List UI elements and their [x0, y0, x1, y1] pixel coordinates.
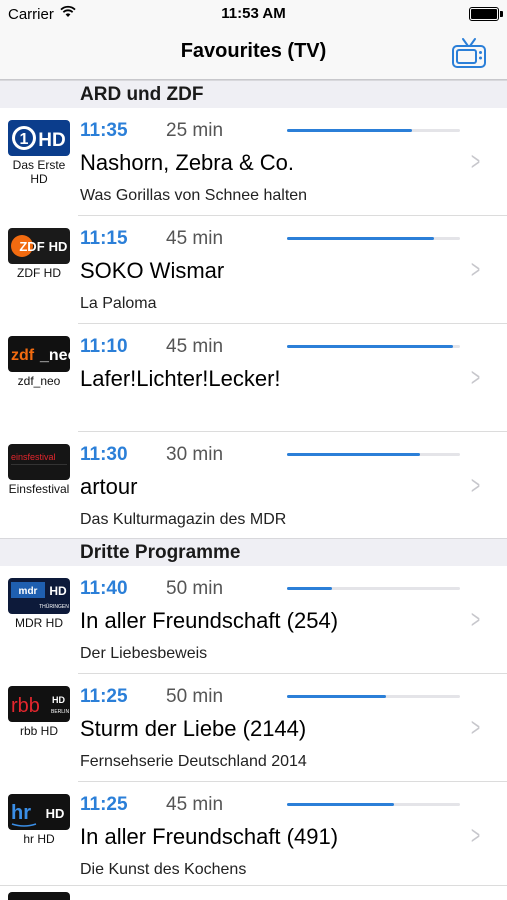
chevron-right-icon: >	[470, 470, 480, 500]
programme-row[interactable]: rbb HD BERLIN rbb HD 11:25 50 min Sturm …	[0, 674, 507, 782]
battery-icon	[469, 7, 503, 21]
zdf-neo-logo: zdf _neo	[8, 336, 70, 372]
duration: 50 min	[166, 578, 224, 599]
start-time: 11:30	[80, 444, 128, 465]
svg-text:HD: HD	[49, 584, 67, 598]
start-time: 11:25	[80, 686, 128, 707]
svg-text:zdf: zdf	[11, 347, 35, 364]
channel-name: ZDF HD	[17, 266, 61, 280]
start-time: 11:25	[80, 794, 128, 815]
chevron-right-icon: >	[470, 604, 480, 634]
svg-text:_neo: _neo	[39, 347, 70, 364]
programme-subtitle: Der Liebesbeweis	[80, 645, 208, 662]
svg-text:BERLIN: BERLIN	[51, 709, 69, 715]
progress-bar	[287, 453, 460, 456]
das-erste-hd-logo: 1 HD	[8, 120, 70, 156]
chevron-right-icon: >	[470, 254, 480, 284]
programme-row[interactable]: 1 HD Das Erste HD 11:35 25 min Nashorn, …	[0, 108, 507, 216]
rbb-hd-logo: rbb HD BERLIN	[8, 686, 70, 722]
programme-row[interactable]: hr HD hr HD 11:25 45 min In aller Freund…	[0, 782, 507, 890]
tv-icon[interactable]	[451, 36, 487, 70]
programme-row[interactable]: ZDF HD ZDF HD 11:15 45 min SOKO Wismar L…	[0, 216, 507, 324]
zdf-hd-logo: ZDF HD	[8, 228, 70, 264]
start-time: 11:35	[80, 120, 128, 141]
programme-title: Lafer!Lichter!Lecker!	[80, 366, 281, 391]
svg-text:einsfestival: einsfestival	[11, 452, 56, 462]
programme-row-partial[interactable]	[0, 885, 507, 900]
svg-text:ZDF: ZDF	[19, 239, 44, 254]
einsfestival-logo: einsfestival	[8, 444, 70, 480]
channel-name: Einsfestival	[8, 482, 70, 496]
channel-name: rbb HD	[19, 724, 58, 738]
duration: 50 min	[166, 686, 224, 707]
programme-subtitle: La Paloma	[80, 295, 157, 312]
progress-bar	[287, 345, 460, 348]
channel-name: zdf_neo	[17, 374, 61, 388]
duration: 45 min	[166, 336, 224, 357]
channel-name: MDR HD	[15, 616, 63, 630]
chevron-right-icon: >	[470, 146, 480, 176]
duration: 45 min	[166, 228, 224, 249]
svg-text:THÜRINGEN: THÜRINGEN	[39, 603, 69, 610]
status-bar: Carrier 11:53 AM	[0, 0, 507, 30]
start-time: 11:10	[80, 336, 128, 357]
programme-title: artour	[80, 474, 138, 499]
programme-title: SOKO Wismar	[80, 258, 225, 283]
duration: 45 min	[166, 794, 224, 815]
start-time: 11:15	[80, 228, 128, 249]
programme-row[interactable]: zdf _neo zdf_neo 11:10 45 min Lafer!Lich…	[0, 324, 507, 432]
channel-name: hr HD	[23, 832, 55, 846]
navigation-bar: Favourites (TV)	[0, 30, 507, 80]
chevron-right-icon: >	[470, 820, 480, 850]
svg-text:rbb: rbb	[11, 695, 40, 717]
programme-title: Nashorn, Zebra & Co.	[80, 150, 294, 175]
section-title: ARD und ZDF	[80, 84, 204, 105]
programme-subtitle: Fernsehserie Deutschland 2014	[80, 753, 307, 770]
programme-subtitle: Das Kulturmagazin des MDR	[80, 511, 287, 528]
programme-row[interactable]: einsfestival Einsfestival 11:30 30 min a…	[0, 432, 507, 540]
chevron-right-icon: >	[470, 362, 480, 392]
svg-text:hr: hr	[11, 802, 31, 824]
svg-text:HD: HD	[49, 239, 68, 254]
section-header-ard-zdf: ARD und ZDF	[0, 80, 507, 108]
progress-bar	[287, 587, 460, 590]
mdr-hd-logo: mdr HD THÜRINGEN	[8, 578, 70, 614]
svg-text:1: 1	[20, 131, 29, 148]
section-header-dritte-programme: Dritte Programme	[0, 538, 507, 566]
duration: 30 min	[166, 444, 224, 465]
channel-logo	[8, 892, 70, 900]
chevron-right-icon: >	[470, 712, 480, 742]
svg-text:HD: HD	[38, 130, 65, 151]
section-title: Dritte Programme	[80, 542, 241, 563]
page-title: Favourites (TV)	[180, 40, 327, 62]
svg-text:mdr: mdr	[19, 586, 38, 597]
programme-title: Sturm der Liebe (2144)	[80, 716, 307, 741]
hr-hd-logo: hr HD	[8, 794, 70, 830]
progress-bar	[287, 129, 460, 132]
progress-bar	[287, 803, 460, 806]
programme-title: In aller Freundschaft (491)	[80, 824, 339, 849]
programme-subtitle: Was Gorillas von Schnee halten	[80, 187, 308, 204]
progress-bar	[287, 237, 460, 240]
progress-bar	[287, 695, 460, 698]
programme-title: In aller Freundschaft (254)	[80, 608, 339, 633]
duration: 25 min	[166, 120, 224, 141]
channel-name: Das Erste HD	[12, 158, 66, 186]
svg-text:HD: HD	[46, 806, 65, 821]
svg-text:HD: HD	[52, 695, 65, 705]
start-time: 11:40	[80, 578, 128, 599]
programme-subtitle: Die Kunst des Kochens	[80, 861, 247, 878]
programme-row[interactable]: mdr HD THÜRINGEN MDR HD 11:40 50 min In …	[0, 566, 507, 674]
clock: 11:53 AM	[221, 5, 286, 22]
